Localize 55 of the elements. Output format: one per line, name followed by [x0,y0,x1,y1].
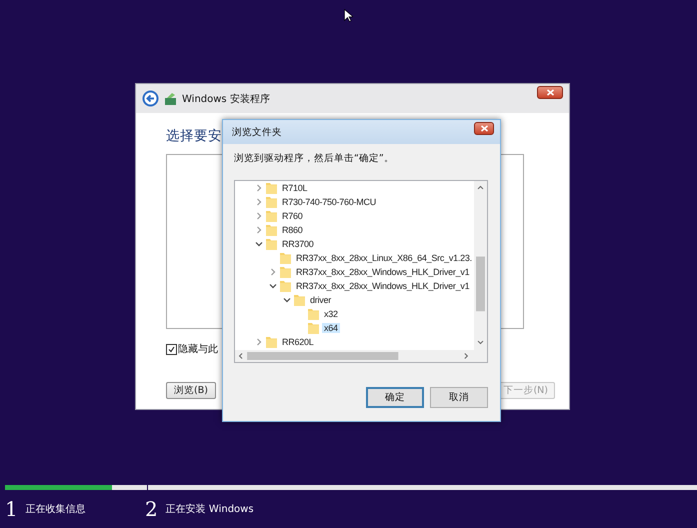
checkbox-label: 隐藏与此 [178,342,218,356]
window-title: Windows 安装程序 [182,92,270,106]
folder-item[interactable]: RR620L [280,337,316,347]
chevron-right-icon[interactable] [255,226,263,234]
folder-icon [266,336,277,348]
setup-icon [164,92,177,104]
folder-icon [266,224,277,236]
close-button[interactable] [474,122,494,135]
checkbox[interactable] [166,344,177,354]
folder-item[interactable]: x32 [322,309,340,319]
folder-icon [266,210,277,222]
chevron-down-icon[interactable] [269,282,277,290]
dialog-title: 浏览文件夹 [232,126,282,138]
folder-icon [266,196,277,208]
step-label: 正在收集信息 [26,502,86,517]
chevron-right-icon[interactable] [255,198,263,206]
close-icon [546,89,554,96]
folder-item[interactable]: RR37xx_8xx_28xx_Windows_HLK_Driver_v1 [294,267,472,277]
folder-item[interactable]: R760 [280,211,305,221]
close-icon [480,125,488,132]
folder-icon [280,266,291,278]
folder-item[interactable]: driver [308,295,334,305]
folder-item[interactable]: R730-740-750-760-MCU [280,197,378,207]
folder-icon [280,280,291,292]
ok-button[interactable]: 确定 [366,387,424,408]
mouse-cursor-icon [344,9,353,22]
instruction-text: 浏览到驱动程序，然后单击“确定”。 [234,152,394,165]
chevron-right-icon[interactable] [255,212,263,220]
horizontal-scrollbar[interactable] [235,350,487,362]
chevron-right-icon[interactable] [269,268,277,276]
step-number: 2 [145,499,158,519]
back-icon[interactable] [142,90,159,107]
chevron-down-icon[interactable] [283,296,291,304]
folder-icon [266,238,277,250]
folder-icon [308,308,319,320]
folder-item[interactable]: RR37xx_8xx_28xx_Windows_HLK_Driver_v1 [294,281,472,291]
folder-item[interactable]: RR3700 [280,239,316,249]
folder-icon [280,252,291,264]
chevron-right-icon[interactable] [255,184,263,192]
folder-item[interactable]: R710L [280,183,310,193]
close-button[interactable] [537,86,563,99]
folder-item[interactable]: R860 [280,225,305,235]
folder-icon [266,182,277,194]
folder-item[interactable]: x64 [322,323,340,333]
step-number: 1 [5,499,18,519]
folder-icon [308,322,319,334]
folder-icon [294,294,305,306]
chevron-down-icon[interactable] [255,240,263,248]
page-heading: 选择要安 [166,127,222,145]
step-label: 正在安装 Windows [166,502,254,517]
folder-item[interactable]: RR37xx_8xx_28xx_Linux_X86_64_Src_v1.23. [294,253,474,263]
cancel-button[interactable]: 取消 [430,387,488,408]
chevron-right-icon[interactable] [255,338,263,346]
browse-button[interactable]: 浏览(B) [166,382,216,399]
vertical-scrollbar[interactable] [474,181,487,350]
